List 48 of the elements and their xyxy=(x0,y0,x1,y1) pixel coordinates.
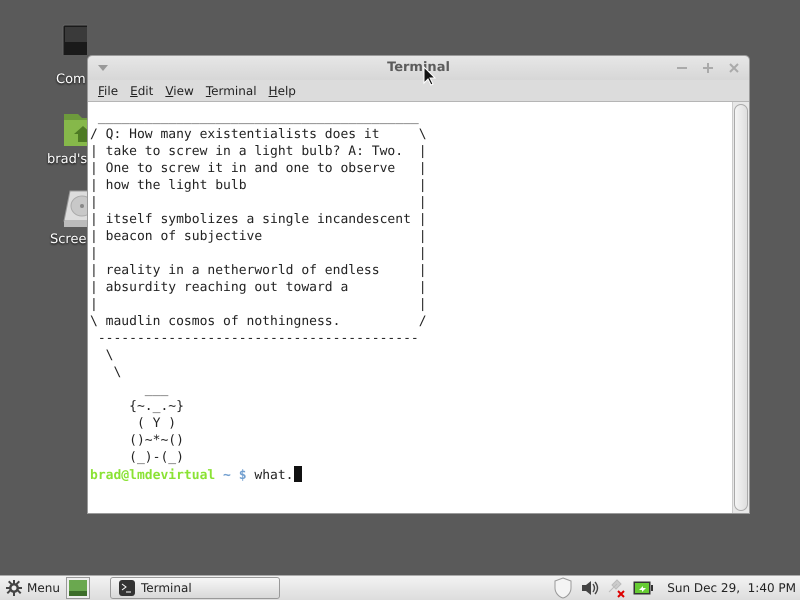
terminal-line: \ maudlin cosmos of nothingness. / xyxy=(90,313,427,330)
terminal-icon xyxy=(118,580,135,596)
terminal-line: | One to screw it in and one to observe | xyxy=(90,160,427,177)
prompt-path: ~ $ xyxy=(222,468,247,483)
terminal-line: | | xyxy=(90,194,427,211)
clock-text[interactable]: Sun Dec 29, 1:40 PM xyxy=(667,579,796,597)
terminal-line: | beacon of subjective | xyxy=(90,228,427,245)
battery-icon[interactable] xyxy=(633,581,654,595)
terminal-line: | itself symbolizes a single incandescent | xyxy=(90,211,427,228)
terminal-line: ___ xyxy=(144,381,168,398)
icon-label[interactable]: brad's xyxy=(47,150,88,170)
terminal-line: \ xyxy=(104,347,114,364)
terminal-line: ()~*~() xyxy=(128,432,184,449)
menu-item[interactable]: Terminal xyxy=(200,82,263,100)
menu-item[interactable]: View xyxy=(159,82,200,100)
network-disconnected-icon[interactable] xyxy=(607,578,626,598)
monitor-icon[interactable] xyxy=(62,24,87,55)
menu-item[interactable]: Help xyxy=(262,82,302,100)
taskbar-button[interactable]: Terminal xyxy=(110,577,280,599)
menu-button[interactable]: Menu xyxy=(4,579,62,597)
terminal-line: / Q: How many existentialists does it \ xyxy=(90,126,427,143)
terminal-line: ( Y ) xyxy=(136,415,176,432)
shield-icon[interactable] xyxy=(553,577,574,599)
terminal-line: (_)-(_) xyxy=(128,449,184,466)
terminal-line: | reality in a netherworld of endless | xyxy=(90,262,427,279)
menu-item[interactable]: Edit xyxy=(124,82,160,100)
command-text: what. xyxy=(253,468,294,483)
terminal-line: _________________________________________ xyxy=(96,109,419,126)
terminal-line: ----------------------------------------- xyxy=(96,330,419,347)
terminal-line: | absurdity reaching out toward a | xyxy=(90,279,427,296)
terminal-line: | | xyxy=(90,245,427,262)
gear-icon xyxy=(6,580,22,596)
icon-label[interactable]: Scree xyxy=(50,230,86,250)
maximize-icon[interactable] xyxy=(703,63,713,73)
volume-icon[interactable] xyxy=(581,580,600,596)
terminal-line: {~._.~} xyxy=(128,398,184,415)
text-cursor xyxy=(294,466,302,482)
terminal-line: | take to screw in a light bulb? A: Two. | xyxy=(90,143,427,160)
menu-item[interactable]: File xyxy=(92,82,124,100)
window-menu-icon[interactable] xyxy=(98,65,108,71)
prompt-user-host: brad@lmdevirtual xyxy=(90,468,216,483)
terminal-line: | how the light bulb | xyxy=(90,177,427,194)
terminal-line: | | xyxy=(90,296,427,313)
show-desktop-icon[interactable] xyxy=(66,577,90,599)
window-title: Terminal xyxy=(387,60,450,76)
close-icon[interactable] xyxy=(729,63,739,73)
terminal-line: \ xyxy=(112,364,122,381)
icon-label[interactable]: Com xyxy=(56,70,86,90)
